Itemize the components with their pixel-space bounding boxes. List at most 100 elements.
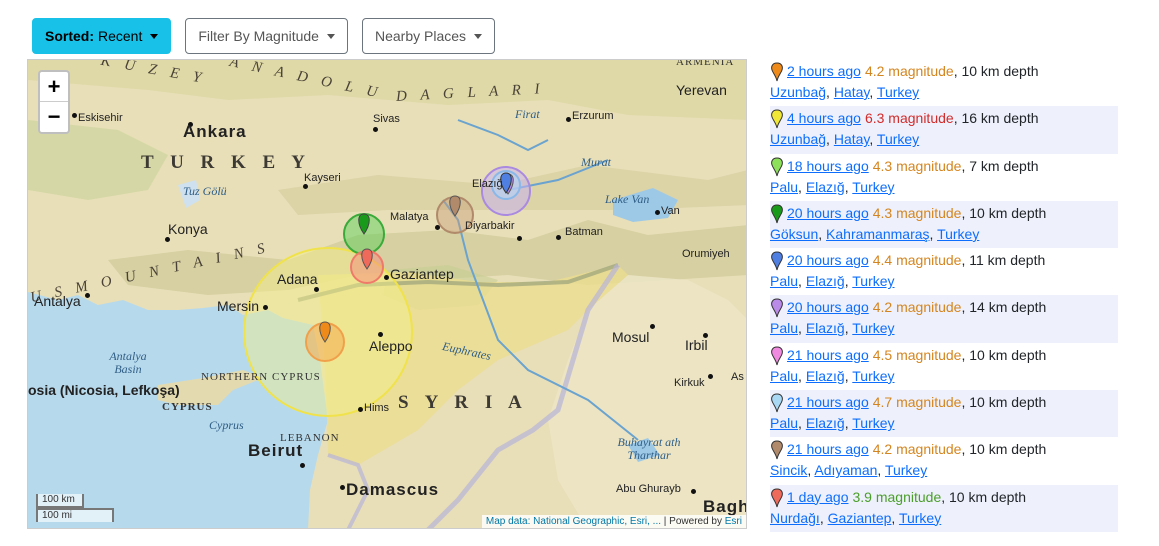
list-item-summary: 20 hours ago 4.4 magnitude, 11 km depth: [770, 250, 1118, 271]
earthquake-time-link[interactable]: 21 hours ago: [787, 392, 869, 413]
depth-text: , 10 km depth: [961, 441, 1047, 458]
nearby-places-button[interactable]: Nearby Places: [361, 18, 496, 54]
location-link[interactable]: Turkey: [877, 84, 919, 100]
map-label-kayseri: Kayseri: [304, 172, 341, 184]
map-label-konya: Konya: [168, 221, 208, 237]
map-label-lake-van: Lake Van: [605, 192, 650, 206]
sort-dropdown-button[interactable]: Sorted: Recent: [32, 18, 172, 54]
location-link[interactable]: Palu: [770, 320, 798, 336]
earthquake-time-link[interactable]: 1 day ago: [787, 487, 849, 508]
marker-pin-icon: [771, 157, 783, 176]
location-links: Palu, Elazığ, Turkey: [770, 178, 895, 195]
location-links: Uzunbağ, Hatay, Turkey: [770, 131, 920, 148]
marker-pin-icon: [771, 393, 783, 413]
map-label-orumiyeh: Orumiyeh: [682, 248, 730, 260]
location-link[interactable]: Elazığ: [806, 368, 845, 384]
location-link[interactable]: Palu: [770, 179, 798, 195]
location-link[interactable]: Turkey: [885, 462, 927, 478]
map-pin-orange[interactable]: [319, 321, 331, 343]
marker-pin-icon: [771, 109, 783, 129]
earthquake-time-link[interactable]: 21 hours ago: [787, 345, 869, 366]
magnitude-text: 4.5 magnitude: [872, 346, 962, 363]
zoom-in-button[interactable]: +: [40, 72, 68, 102]
map-label-irbil: Irbil: [685, 337, 708, 353]
map-label-antalya: Antalya: [34, 293, 81, 309]
location-link[interactable]: Turkey: [937, 226, 979, 242]
location-links: Sincik, Adıyaman, Turkey: [770, 462, 928, 479]
earthquake-time-link[interactable]: 20 hours ago: [787, 250, 869, 271]
sort-value: Recent: [98, 28, 143, 44]
attribution-powered: | Powered by: [663, 516, 722, 527]
location-link[interactable]: Turkey: [852, 368, 894, 384]
depth-text: , 10 km depth: [953, 63, 1039, 79]
location-link[interactable]: Turkey: [852, 179, 894, 195]
marker-pin-icon: [771, 298, 783, 318]
location-links: Uzunbağ, Hatay, Turkey: [770, 84, 920, 100]
location-link[interactable]: Palu: [770, 368, 798, 384]
sort-prefix: Sorted:: [45, 28, 94, 44]
location-link[interactable]: Elazığ: [806, 273, 845, 289]
location-link[interactable]: Gaziantep: [828, 510, 892, 526]
marker-pin-icon: [771, 62, 783, 82]
location-link[interactable]: Uzunbağ: [770, 84, 826, 100]
map-label-adana: Adana: [277, 271, 318, 287]
depth-text: , 14 km depth: [961, 299, 1047, 316]
attribution-source-link[interactable]: National Geographic, Esri, ...: [533, 516, 661, 527]
earthquake-time-link[interactable]: 4 hours ago: [787, 108, 861, 129]
location-link[interactable]: Elazığ: [806, 415, 845, 431]
location-link[interactable]: Turkey: [877, 131, 919, 147]
chevron-down-icon: [150, 33, 159, 39]
location-link[interactable]: Turkey: [852, 320, 894, 336]
location-link[interactable]: Uzunbağ: [770, 131, 826, 147]
earthquake-time-link[interactable]: 2 hours ago: [787, 61, 861, 82]
location-links: Göksun, Kahramanmaraş, Turkey: [770, 225, 980, 242]
map-label-baghdad: Bagh: [703, 497, 747, 516]
location-links: Palu, Elazığ, Turkey: [770, 273, 895, 290]
location-link[interactable]: Adıyaman: [814, 462, 877, 478]
map-pin-brown[interactable]: [449, 195, 461, 217]
map-pin-red[interactable]: [361, 248, 373, 270]
location-link[interactable]: Nurdağı: [770, 510, 820, 526]
magnitude-text: 4.2 magnitude: [872, 441, 962, 458]
earthquake-time-link[interactable]: 18 hours ago: [787, 156, 869, 177]
earthquake-time-link[interactable]: 21 hours ago: [787, 439, 869, 460]
location-link[interactable]: Turkey: [852, 415, 894, 431]
depth-text: , 7 km depth: [961, 157, 1039, 174]
location-link[interactable]: Elazığ: [806, 320, 845, 336]
map-label-batman: Batman: [565, 226, 603, 238]
location-link[interactable]: Palu: [770, 273, 798, 289]
map-pin-green[interactable]: [358, 213, 370, 235]
earthquake-map[interactable]: K U Z E Y A N A D O L U D A G L A R I T …: [27, 59, 747, 529]
toolbar: Sorted: Recent Filter By Magnitude Nearb…: [32, 18, 496, 54]
location-link[interactable]: Göksun: [770, 226, 818, 242]
attribution-esri-link[interactable]: Esri: [725, 516, 742, 527]
earthquake-time-link[interactable]: 20 hours ago: [787, 203, 869, 224]
magnitude-text: 4.3 magnitude: [872, 157, 962, 174]
attribution-prefix: Map data:: [485, 516, 531, 527]
depth-text: , 10 km depth: [961, 346, 1047, 363]
location-link[interactable]: Elazığ: [806, 179, 845, 195]
list-item: 1 day ago 3.9 magnitude, 10 km depth Nurda…: [770, 484, 1118, 532]
location-link[interactable]: Turkey: [852, 273, 894, 289]
map-label-cyprus-caps: CYPRUS: [162, 401, 213, 413]
list-item-summary: 2 hours ago 4.2 magnitude, 10 km depth: [770, 61, 1118, 82]
chevron-down-icon: [474, 33, 483, 39]
map-label-eskisehir: Eskisehir: [78, 112, 123, 124]
location-link[interactable]: Hatay: [834, 131, 870, 147]
location-link[interactable]: Turkey: [899, 510, 941, 526]
scale-mi: 100 mi: [36, 508, 114, 522]
map-label-yerevan: Yerevan: [676, 82, 727, 98]
depth-text: , 16 km depth: [953, 110, 1039, 127]
map-label-abu-ghurayb: Abu Ghurayb: [616, 483, 681, 495]
map-label-antalya-basin: Antalya Basin: [109, 349, 147, 376]
location-links: Palu, Elazığ, Turkey: [770, 367, 895, 384]
location-link[interactable]: Hatay: [834, 84, 870, 100]
zoom-out-button[interactable]: −: [40, 102, 68, 132]
list-item-summary: 4 hours ago 6.3 magnitude, 16 km depth: [770, 108, 1118, 129]
location-link[interactable]: Palu: [770, 415, 798, 431]
earthquake-time-link[interactable]: 20 hours ago: [787, 297, 869, 318]
filter-magnitude-button[interactable]: Filter By Magnitude: [185, 18, 348, 54]
list-item-summary: 21 hours ago 4.7 magnitude, 10 km depth: [770, 392, 1118, 413]
location-link[interactable]: Sincik: [770, 462, 807, 478]
location-link[interactable]: Kahramanmaraş: [826, 226, 930, 242]
